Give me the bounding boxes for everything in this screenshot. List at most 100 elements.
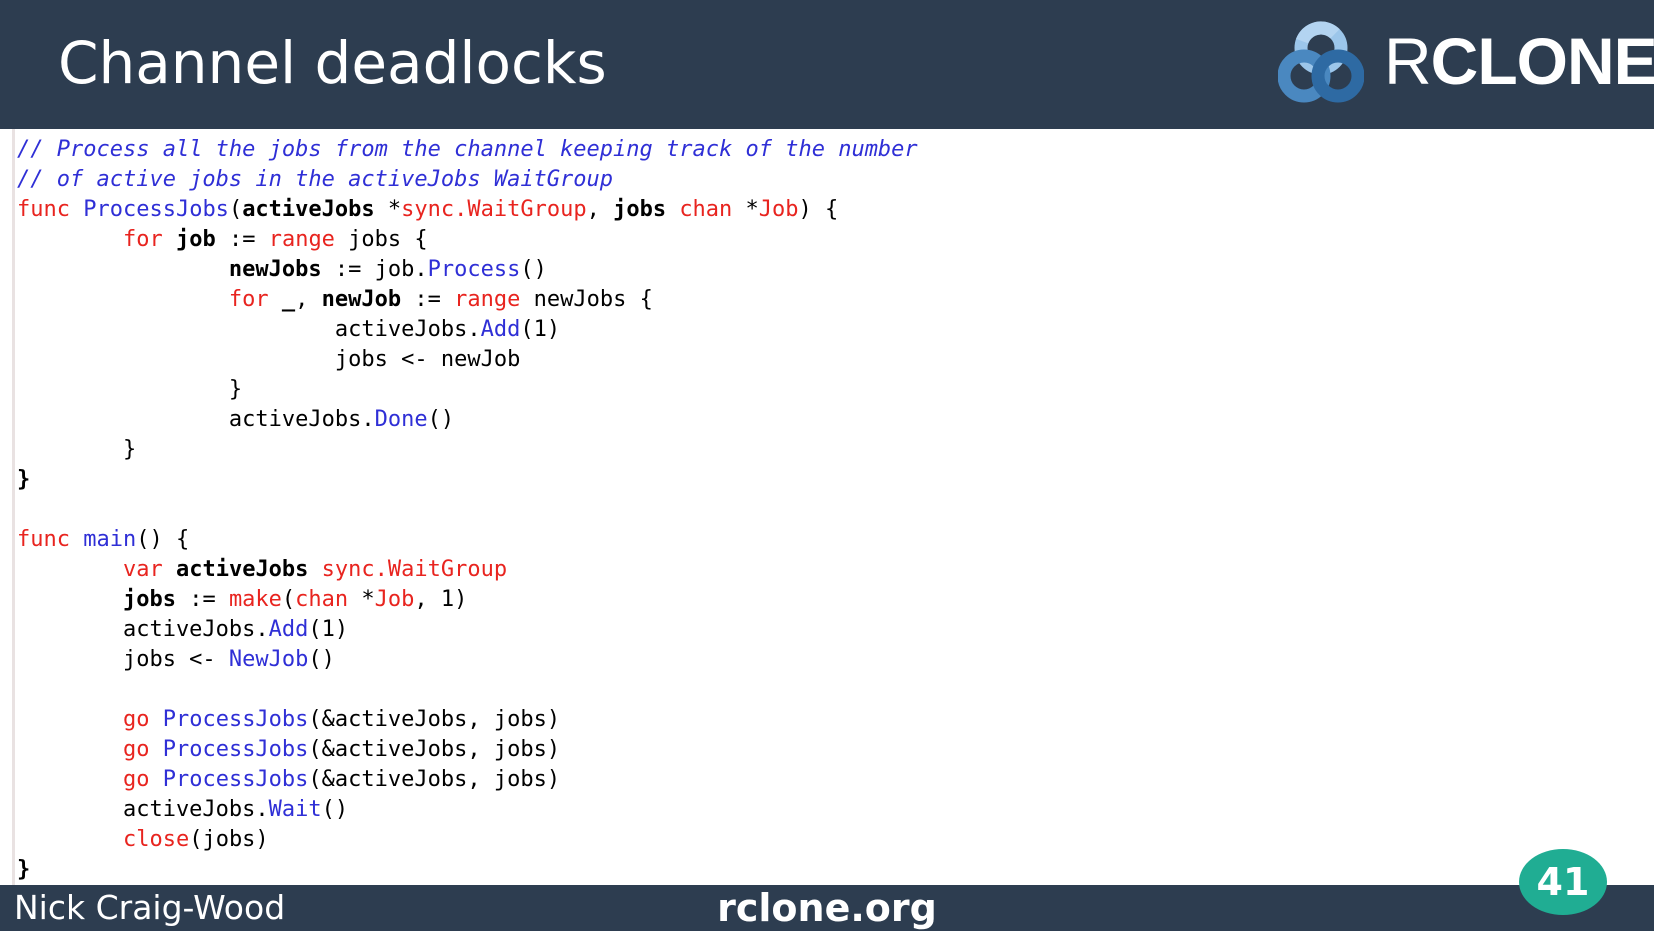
- code-token: Wait: [268, 797, 322, 822]
- code-token: activeJobs: [175, 557, 309, 582]
- code-token: activeJobs: [242, 197, 375, 222]
- code-token: Done: [374, 407, 428, 432]
- code-token: sync.WaitGroup: [321, 557, 508, 582]
- code-line: for job := range jobs {: [17, 225, 918, 255]
- code-token: make: [228, 587, 282, 612]
- rclone-logo: RCLONE: [1278, 18, 1654, 104]
- code-token: ProcessJobs: [162, 737, 309, 762]
- code-line: jobs <- newJob: [17, 345, 918, 375]
- code-token: Process: [427, 257, 521, 282]
- code-line: }: [17, 855, 918, 885]
- code-token: _: [281, 287, 296, 312]
- code-token: activeJobs.: [17, 797, 269, 822]
- code-token: Add: [268, 617, 309, 642]
- code-token: Job: [758, 197, 799, 222]
- code-token: (): [308, 647, 335, 672]
- code-token: jobs {: [334, 227, 428, 252]
- code-token: jobs: [122, 587, 176, 612]
- code-token: Add: [480, 317, 521, 342]
- rclone-logo-icon: [1278, 21, 1364, 103]
- slide-header: Channel deadlocks RCLONE: [0, 0, 1654, 129]
- code-token: (: [281, 587, 296, 612]
- rclone-wordmark: RCLONE: [1384, 24, 1654, 98]
- code-token: (1): [308, 617, 349, 642]
- code-token: (): [427, 407, 455, 432]
- code-token: newJobs {: [520, 287, 653, 312]
- code-token: , 1): [414, 587, 468, 612]
- code-line: go ProcessJobs(&activeJobs, jobs): [17, 705, 918, 735]
- code-line: activeJobs.Done(): [17, 405, 918, 435]
- code-token: (): [520, 257, 547, 282]
- code-token: close: [122, 827, 190, 852]
- page-number-badge: 41: [1519, 849, 1607, 915]
- code-token: () {: [136, 527, 190, 552]
- code-token: ,: [586, 197, 614, 222]
- code-token: job: [175, 227, 216, 252]
- code-token: activeJobs.: [17, 317, 481, 342]
- code-token: go: [122, 767, 150, 792]
- code-line: func main() {: [17, 525, 918, 555]
- code-token: }: [17, 377, 243, 402]
- code-line: }: [17, 375, 918, 405]
- code-token: (: [228, 197, 243, 222]
- code-token: range: [268, 227, 335, 252]
- code-token: for: [122, 227, 163, 252]
- code-token: := job.: [321, 257, 428, 282]
- code-token: newJob: [321, 287, 402, 312]
- code-token: for: [228, 287, 269, 312]
- code-token: ProcessJobs: [162, 707, 309, 732]
- slide-title: Channel deadlocks: [58, 29, 607, 97]
- code-token: *: [348, 587, 375, 612]
- code-token: jobs <-: [17, 647, 229, 672]
- code-token: func: [17, 527, 70, 552]
- code-token: jobs: [613, 197, 667, 222]
- code-token: (&activeJobs, jobs): [308, 737, 561, 762]
- code-line: func ProcessJobs(activeJobs *sync.WaitGr…: [17, 195, 918, 225]
- code-line: go ProcessJobs(&activeJobs, jobs): [17, 765, 918, 795]
- code-token: :=: [175, 587, 229, 612]
- code-line: close(jobs): [17, 825, 918, 855]
- code-token: ProcessJobs: [162, 767, 309, 792]
- code-line: // of active jobs in the activeJobs Wait…: [17, 165, 918, 195]
- code-token: (1): [520, 317, 561, 342]
- code-line: var activeJobs sync.WaitGroup: [17, 555, 918, 585]
- code-token: :=: [401, 287, 455, 312]
- code-token: (): [321, 797, 349, 822]
- code-line: newJobs := job.Process(): [17, 255, 918, 285]
- code-token: (jobs): [189, 827, 269, 852]
- code-token: activeJobs.: [17, 407, 375, 432]
- code-line: }: [17, 465, 918, 495]
- code-token: }: [17, 857, 31, 882]
- code-token: Job: [374, 587, 415, 612]
- code-token: *: [732, 197, 759, 222]
- code-token: jobs <- newJob: [17, 347, 521, 372]
- code-token: chan: [295, 587, 349, 612]
- code-token: (&activeJobs, jobs): [308, 707, 561, 732]
- logo-text-r: R: [1384, 24, 1432, 98]
- code-token: ,: [295, 287, 322, 312]
- code-token: :=: [215, 227, 269, 252]
- logo-text-clone: CLONE: [1430, 24, 1654, 98]
- code-token: ProcessJobs: [83, 197, 229, 222]
- code-gutter: [12, 129, 15, 885]
- code-token: newJobs: [228, 257, 322, 282]
- code-token: chan: [679, 197, 733, 222]
- code-line: jobs <- NewJob(): [17, 645, 918, 675]
- code-token: go: [122, 737, 150, 762]
- code-token: }: [17, 437, 137, 462]
- code-line: // Process all the jobs from the channel…: [17, 135, 918, 165]
